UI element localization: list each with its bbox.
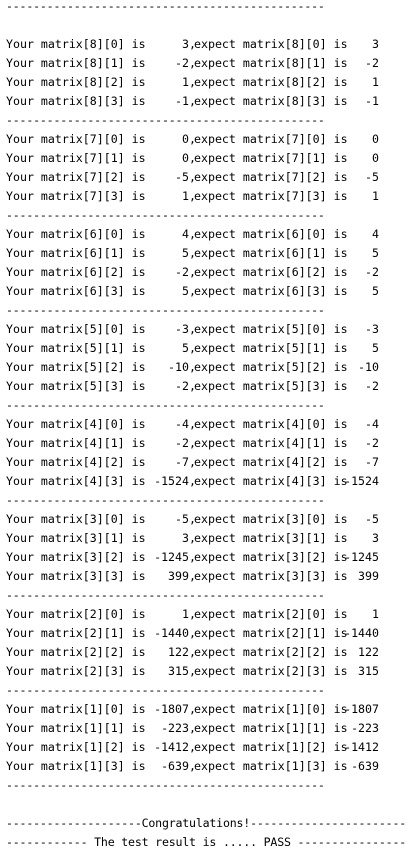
matrix-compare-row: Your matrix[6][0] is 4, expect matrix[6][0… <box>6 225 379 244</box>
expected-value: -10 <box>358 360 379 374</box>
expected-value: 3 <box>372 531 379 545</box>
separator-line: ----------------------------------------… <box>6 303 325 317</box>
matrix-compare-row: Your matrix[7][0] is 0, expect matrix[7][0… <box>6 130 379 149</box>
expected-value: 315 <box>358 664 379 678</box>
matrix-compare-row: Your matrix[6][2] is -2, expect matrix[6][… <box>6 263 379 282</box>
expected-value: 0 <box>372 151 379 165</box>
expected-value: 5 <box>372 341 379 355</box>
expected-value: -2 <box>365 436 379 450</box>
expected-value: -1412 <box>344 740 379 754</box>
matrix-compare-row: Your matrix[8][2] is 1, expect matrix[8][2… <box>6 73 379 92</box>
matrix-compare-row: Your matrix[5][2] is -10, expect matrix[5]… <box>6 358 379 377</box>
expected-value: -5 <box>365 512 379 526</box>
expected-value: 399 <box>358 569 379 583</box>
expected-value: 4 <box>372 227 379 241</box>
matrix-compare-row: Your matrix[8][3] is -1, expect matrix[8][… <box>6 92 379 111</box>
expected-value: -1440 <box>344 626 379 640</box>
matrix-compare-row: Your matrix[7][3] is 1, expect matrix[7][3… <box>6 187 379 206</box>
separator-line: ----------------------------------------… <box>6 113 325 127</box>
matrix-compare-row: Your matrix[8][1] is -2, expect matrix[8][… <box>6 54 379 73</box>
separator-line: ----------------------------------------… <box>6 588 325 602</box>
matrix-compare-row: Your matrix[2][2] is 122, expect matrix[2]… <box>6 643 379 662</box>
expected-value: -7 <box>365 455 379 469</box>
separator-line: ----------------------------------------… <box>6 398 325 412</box>
expected-value: 0 <box>372 132 379 146</box>
expected-value: 1 <box>372 607 379 621</box>
matrix-compare-row: Your matrix[3][0] is -5, expect matrix[3][… <box>6 510 379 529</box>
separator-line: ----------------------------------------… <box>6 683 325 697</box>
expected-value: 5 <box>372 246 379 260</box>
matrix-compare-row: Your matrix[3][1] is 3, expect matrix[3][1… <box>6 529 379 548</box>
matrix-compare-row: Your matrix[1][1] is -223, expect matrix[1… <box>6 719 379 738</box>
separator-line: ----------------------------------------… <box>6 0 325 13</box>
matrix-compare-row: Your matrix[5][0] is -3, expect matrix[5][… <box>6 320 379 339</box>
matrix-compare-row: Your matrix[7][1] is 0, expect matrix[7][1… <box>6 149 379 168</box>
separator-line: ----------------------------------------… <box>6 778 325 792</box>
matrix-compare-row: Your matrix[3][3] is 399, expect matrix[3]… <box>6 567 379 586</box>
test-result-pass: ------------ The test result is ..... PA… <box>6 835 407 849</box>
matrix-compare-row: Your matrix[6][1] is 5, expect matrix[6][1… <box>6 244 379 263</box>
expected-value: -2 <box>365 265 379 279</box>
matrix-compare-row: Your matrix[4][1] is -2, expect matrix[4][… <box>6 434 379 453</box>
expected-value: -1245 <box>344 550 379 564</box>
expected-value: -1807 <box>344 702 379 716</box>
expected-value: 5 <box>372 284 379 298</box>
expected-value: -1524 <box>344 474 379 488</box>
expected-value: 122 <box>358 645 379 659</box>
matrix-compare-row: Your matrix[2][1] is -1440, expect matrix[… <box>6 624 379 643</box>
matrix-compare-row: Your matrix[1][3] is -639, expect matrix[1… <box>6 757 379 776</box>
expected-value: -5 <box>365 170 379 184</box>
matrix-compare-row: Your matrix[4][3] is -1524, expect matrix[… <box>6 472 379 491</box>
expected-value: 3 <box>372 37 379 51</box>
separator-line: ----------------------------------------… <box>6 208 325 222</box>
expected-value: -1 <box>365 94 379 108</box>
console-output: ----------------------------------------… <box>0 0 408 865</box>
matrix-compare-row: Your matrix[4][0] is -4, expect matrix[4][… <box>6 415 379 434</box>
matrix-compare-row: Your matrix[7][2] is -5, expect matrix[7][… <box>6 168 379 187</box>
matrix-compare-row: Your matrix[8][0] is 3, expect matrix[8][0… <box>6 35 379 54</box>
expected-value: 1 <box>372 75 379 89</box>
matrix-compare-row: Your matrix[2][0] is 1, expect matrix[2][0… <box>6 605 379 624</box>
expected-value: -4 <box>365 417 379 431</box>
matrix-compare-row: Your matrix[5][1] is 5, expect matrix[5][1… <box>6 339 379 358</box>
matrix-compare-row: Your matrix[1][2] is -1412, expect matrix[… <box>6 738 379 757</box>
expected-value: -2 <box>365 56 379 70</box>
matrix-compare-row: Your matrix[3][2] is -1245, expect matrix[… <box>6 548 379 567</box>
expected-value: -639 <box>351 759 379 773</box>
expected-value: -223 <box>351 721 379 735</box>
matrix-compare-row: Your matrix[1][0] is -1807, expect matrix[… <box>6 700 379 719</box>
expected-value: 1 <box>372 189 379 203</box>
expected-value: -2 <box>365 379 379 393</box>
matrix-compare-row: Your matrix[5][3] is -2, expect matrix[5][… <box>6 377 379 396</box>
separator-line: ----------------------------------------… <box>6 493 325 507</box>
matrix-compare-row: Your matrix[6][3] is 5, expect matrix[6][3… <box>6 282 379 301</box>
matrix-compare-row: Your matrix[2][3] is 315, expect matrix[2]… <box>6 662 379 681</box>
expected-value: -3 <box>365 322 379 336</box>
matrix-compare-row: Your matrix[4][2] is -7, expect matrix[4][… <box>6 453 379 472</box>
congratulations-banner: --------------------Congratulations!----… <box>6 816 408 830</box>
